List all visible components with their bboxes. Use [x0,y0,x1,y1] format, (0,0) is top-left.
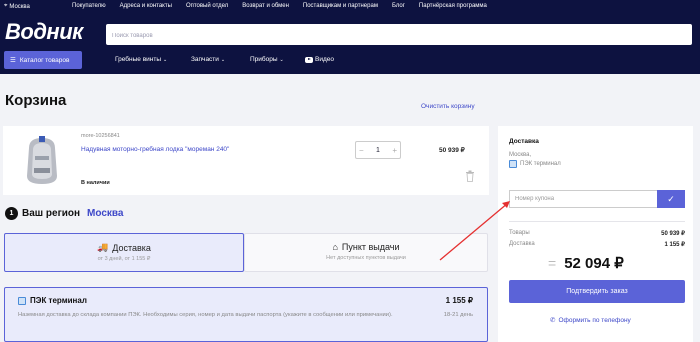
pek-description: Наземная доставка до склада компании ПЭК… [18,312,393,318]
catalog-label: Каталог товаров [19,56,70,64]
quantity-stepper: − 1 + [355,141,401,159]
nav-video-label: Видео [315,56,334,63]
pek-price: 1 155 ₽ [445,296,473,305]
goods-label: Товары [509,230,530,236]
goods-value: 50 939 ₽ [661,231,685,237]
top-link-returns[interactable]: Возврат и обмен [242,3,289,9]
delivery-option-pek[interactable]: ПЭК терминал Наземная доставка до склада… [4,287,488,342]
menu-icon: ☰ [10,57,16,64]
pek-days: 18-21 день [443,312,473,318]
coupon-input[interactable] [509,190,657,208]
nav-devices[interactable]: Приборы ⌄ [250,56,284,63]
chevron-down-icon: ⌄ [163,56,168,63]
pin-icon: ⌖ [4,3,8,9]
location-selector[interactable]: ⌖ Москва [4,3,30,10]
location-label: Москва [9,3,30,10]
step-number: 1 [5,207,18,220]
tab-delivery-subtitle: от 3 дней, от 1 155 ₽ [97,256,151,262]
search-box [106,24,692,47]
top-link-wholesale[interactable]: Оптовый отдел [186,3,228,9]
order-by-phone-label: Оформить по телефону [558,316,631,324]
product-image[interactable] [21,132,63,186]
summary-city: Москва, [509,152,532,158]
top-link-buyers[interactable]: Покупателю [72,3,106,9]
tab-delivery[interactable]: 🚚 Доставка от 3 дней, от 1 155 ₽ [4,233,244,272]
product-name-link[interactable]: Надувная моторно-гребная лодка "мореман … [81,146,229,153]
check-icon: ✓ [667,193,675,204]
summary-method: ПЭК терминал [509,160,561,168]
top-bar: ⌖ Москва Покупателю Адреса и контакты Оп… [0,0,700,14]
order-total: = 52 094 ₽ [548,254,624,272]
region-heading: 1 Ваш регион Москва [5,207,123,220]
tab-pickup[interactable]: ⌂ Пункт выдачи Нет доступных пунктов выд… [244,233,488,272]
summary-heading: Доставка [509,138,539,145]
product-sku: more-10256841 [81,133,120,139]
stock-status: В наличии [81,180,110,186]
site-header: Водник ☰ Каталог товаров Гребные винты ⌄… [0,14,700,74]
trash-icon[interactable] [465,170,475,182]
search-input[interactable] [106,25,692,47]
youtube-icon [305,56,313,63]
top-link-blog[interactable]: Блог [392,3,405,9]
delivery-row: Доставка 1 155 ₽ [509,241,685,248]
goods-row: Товары 50 939 ₽ [509,230,685,237]
coupon-form: ✓ [509,190,685,208]
quantity-value[interactable]: 1 [376,147,380,154]
top-links: Покупателю Адреса и контакты Оптовый отд… [72,3,487,9]
nav-propellers[interactable]: Гребные винты ⌄ [115,56,167,63]
top-link-contacts[interactable]: Адреса и контакты [120,3,172,9]
delivery-value: 1 155 ₽ [664,242,686,248]
top-link-suppliers[interactable]: Поставщикам и партнерам [303,3,378,9]
region-city-link[interactable]: Москва [87,208,123,219]
tab-pickup-subtitle: Нет доступных пунктов выдачи [326,255,406,261]
chevron-down-icon: ⌄ [279,56,284,63]
order-summary: Доставка Москва, ПЭК терминал ✓ Товары 5… [498,126,693,342]
minus-icon[interactable]: − [359,146,364,155]
confirm-order-button[interactable]: Подтвердить заказ [509,280,685,303]
box-icon [509,160,517,168]
nav-devices-label: Приборы [250,56,278,63]
tab-pickup-title: Пункт выдачи [341,242,400,252]
product-price: 50 939 ₽ [439,147,465,154]
phone-icon: ✆ [550,317,556,324]
catalog-button[interactable]: ☰ Каталог товаров [4,51,82,69]
nav-video[interactable]: Видео [305,56,334,63]
clear-cart-link[interactable]: Очистить корзину [421,103,475,110]
chevron-down-icon: ⌄ [220,56,226,63]
pek-title: ПЭК терминал [30,296,87,305]
equals-icon: = [548,255,557,271]
page-title: Корзина [5,92,67,109]
tab-delivery-title: Доставка [112,242,151,253]
plus-icon[interactable]: + [392,146,397,155]
cart-item: more-10256841 Надувная моторно-гребная л… [3,126,489,195]
region-label: Ваш регион [22,208,81,219]
divider [509,221,685,222]
truck-icon: 🚚 [97,242,109,252]
summary-method-label: ПЭК терминал [520,161,561,167]
nav-propellers-label: Гребные винты [115,56,162,63]
nav-parts[interactable]: Запчасти ⌄ [191,56,225,63]
total-value: 52 094 ₽ [564,255,624,272]
order-by-phone-link[interactable]: ✆ Оформить по телефону [550,316,631,325]
delivery-label: Доставка [509,241,535,247]
nav-parts-label: Запчасти [191,56,219,63]
pickup-point-icon: ⌂ [332,242,338,252]
logo[interactable]: Водник [5,19,83,45]
box-icon [18,296,26,305]
top-link-affiliate[interactable]: Партнёрская программа [419,3,487,9]
coupon-apply-button[interactable]: ✓ [657,190,685,208]
